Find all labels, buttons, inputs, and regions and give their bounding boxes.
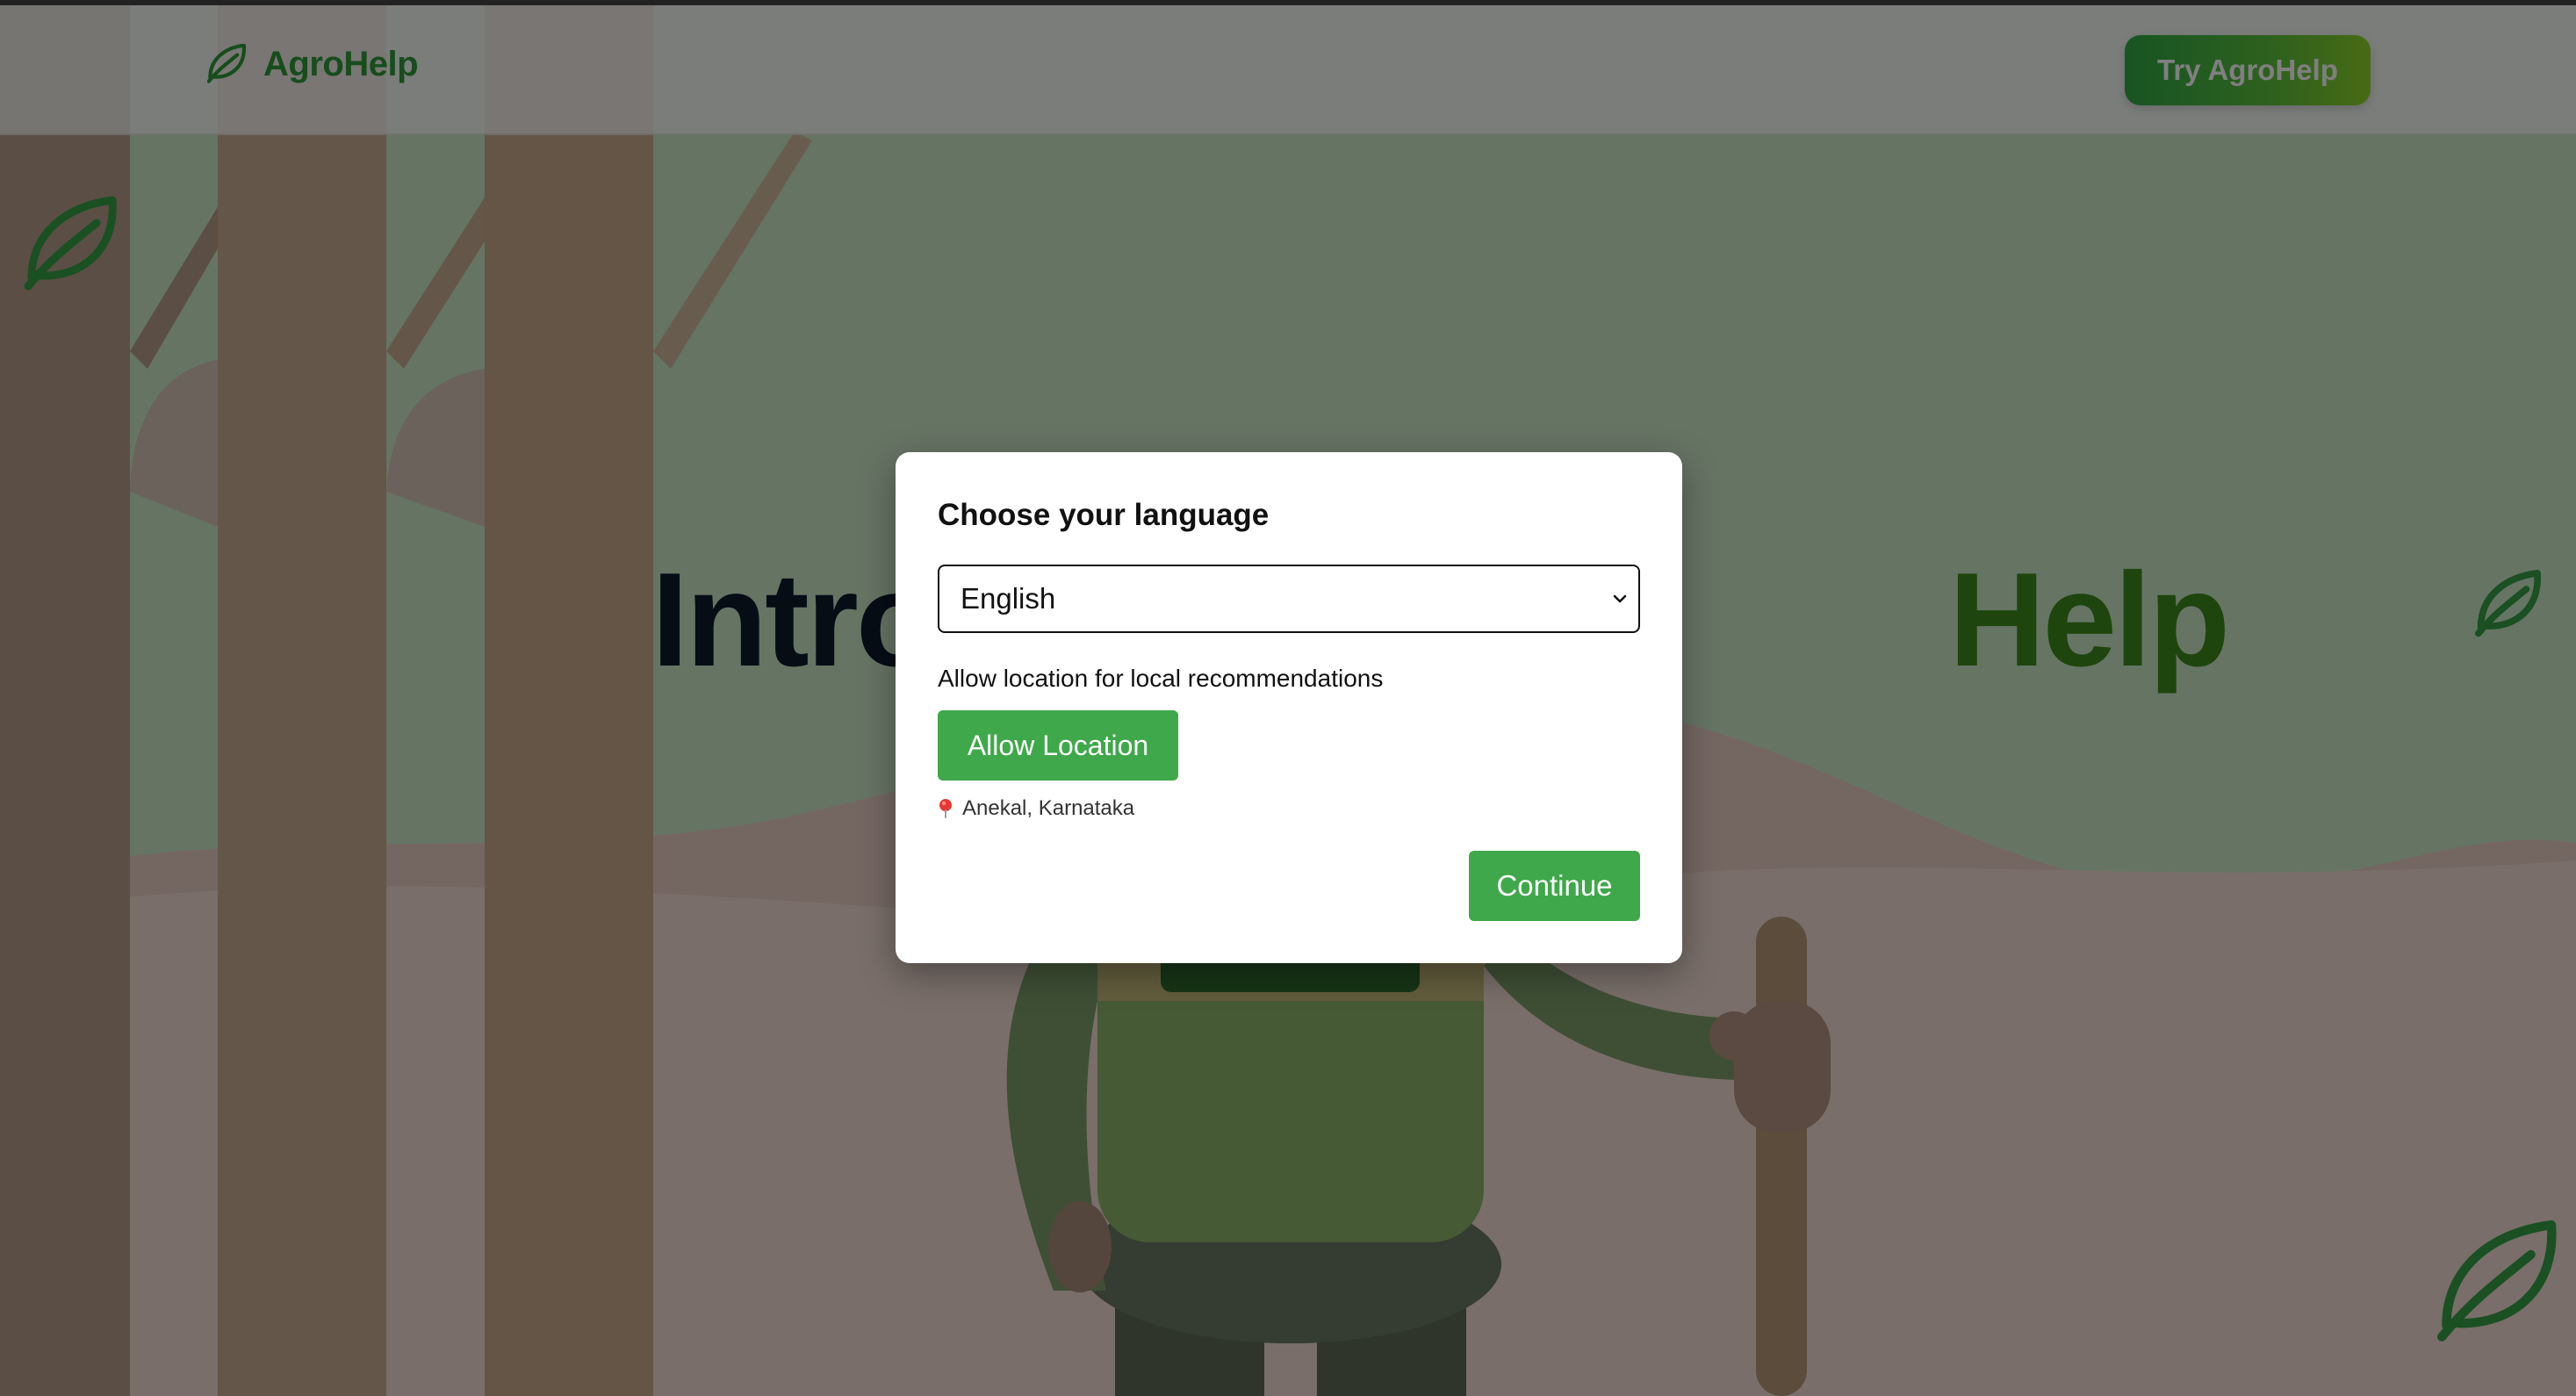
detected-location: Anekal, Karnataka — [938, 796, 1134, 821]
window-top-border — [0, 0, 2576, 5]
location-prompt: Allow location for local recommendations — [938, 665, 1384, 692]
allow-location-button[interactable]: Allow Location — [938, 710, 1178, 781]
map-pin-icon — [939, 799, 952, 818]
page: IntroHelp AgroHelp Try AgroHelp Choose y… — [0, 0, 2576, 1396]
modal-title: Choose your language — [938, 498, 1270, 532]
language-modal: Choose your language English Allow locat… — [896, 452, 1682, 963]
language-select[interactable]: English — [938, 565, 1640, 633]
language-select-value: English — [961, 582, 1056, 615]
continue-button[interactable]: Continue — [1469, 851, 1640, 921]
chevron-down-icon — [1613, 594, 1627, 603]
detected-location-text: Anekal, Karnataka — [962, 796, 1135, 820]
